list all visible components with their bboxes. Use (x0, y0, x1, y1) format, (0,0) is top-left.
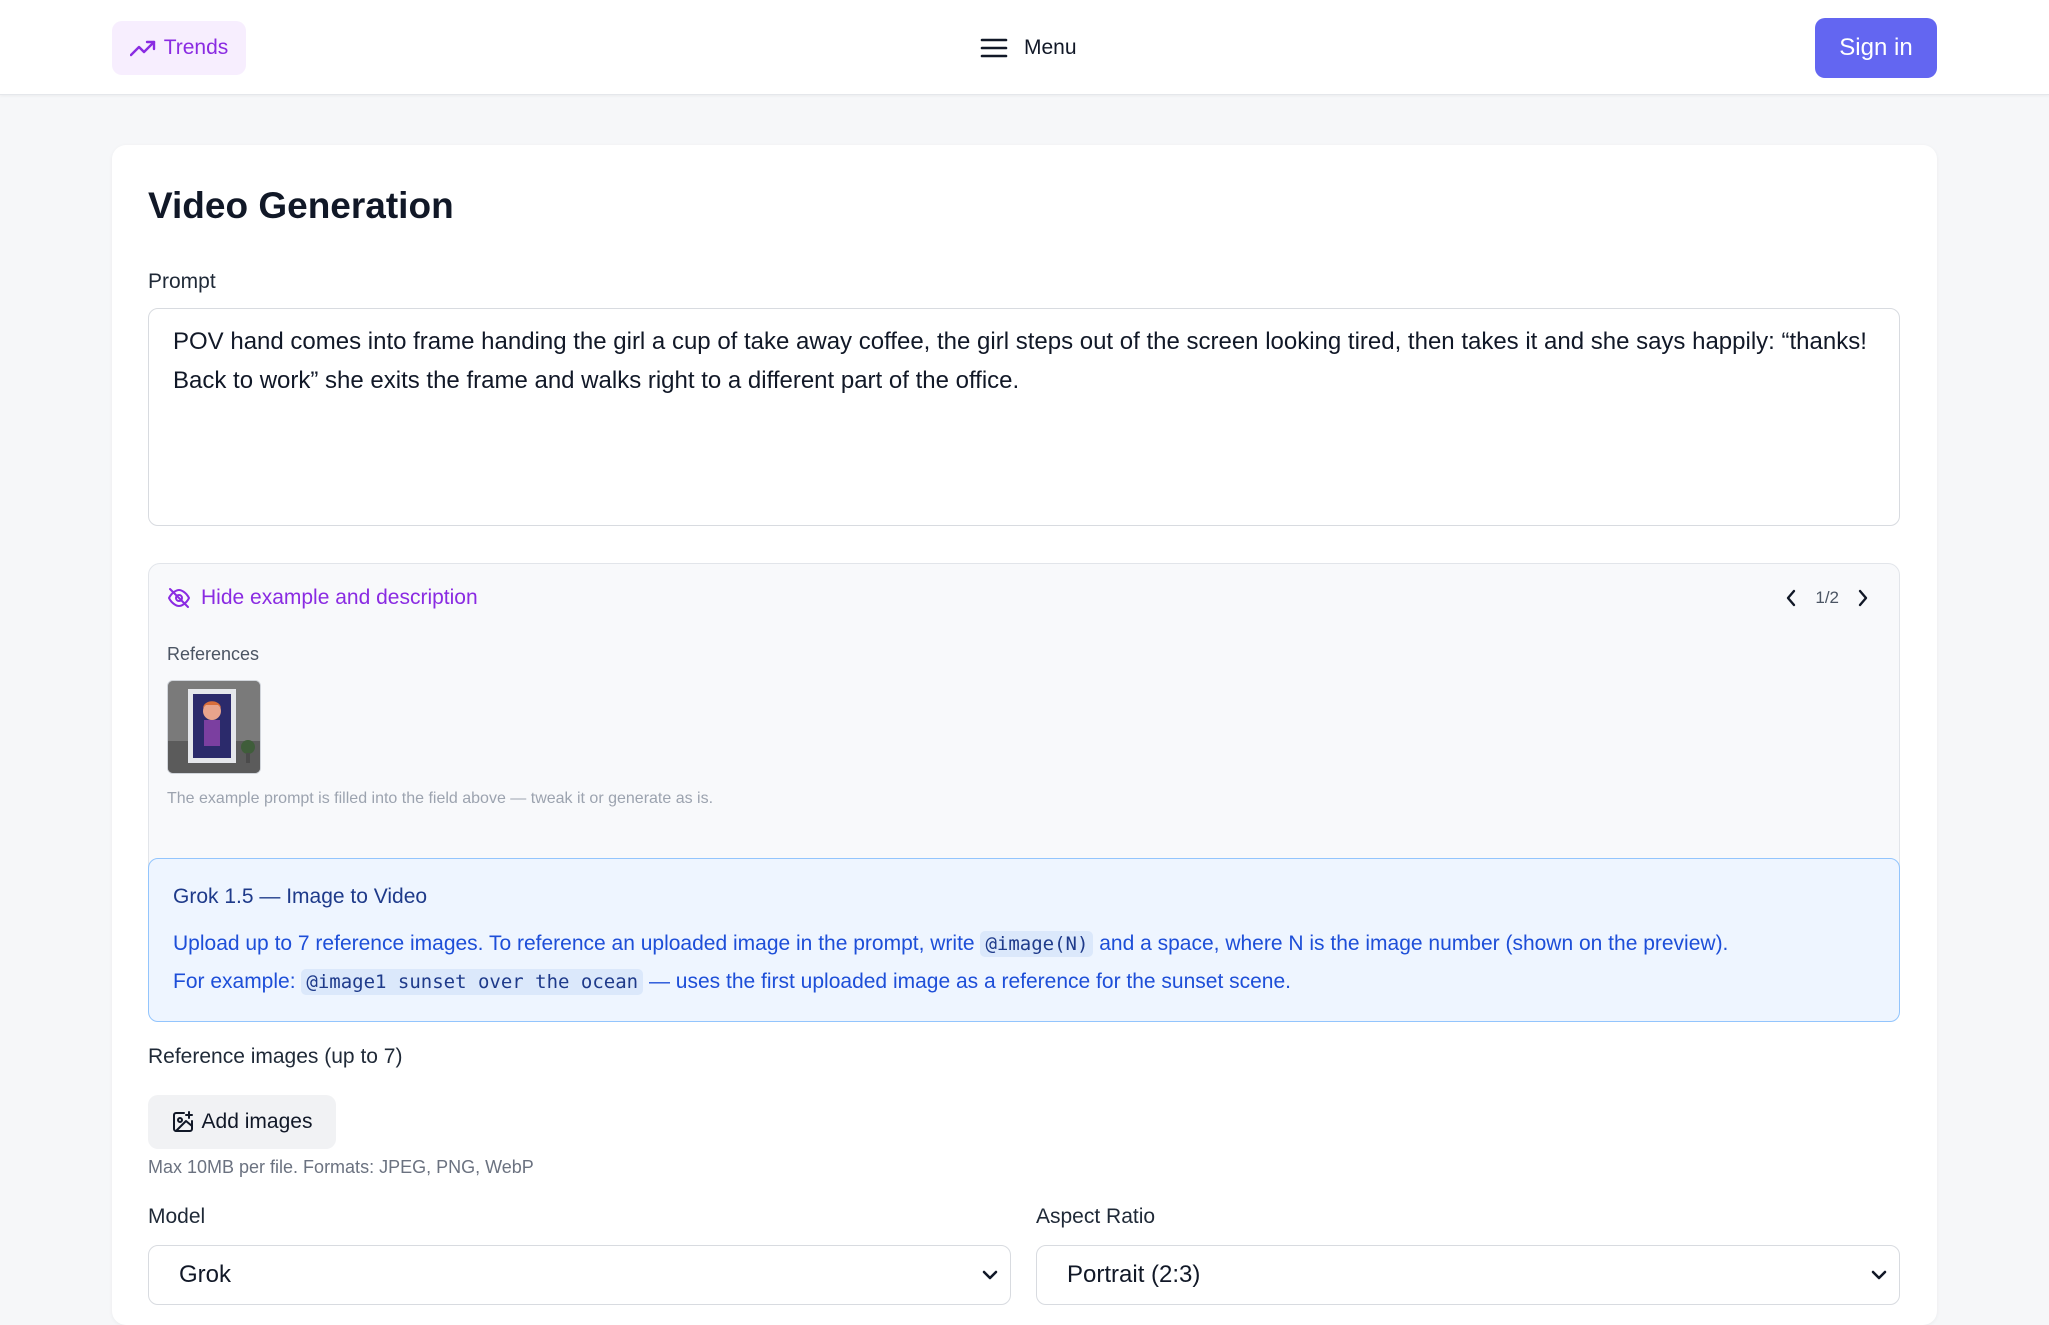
prompt-text-line-1: POV hand comes into frame handing the gi… (173, 328, 1867, 355)
chevron-right-icon[interactable] (1857, 589, 1869, 607)
reference-images-label: Reference images (up to 7) (148, 1045, 403, 1068)
reference-thumbnail[interactable] (167, 680, 261, 774)
image-plus-icon (172, 1111, 194, 1133)
model-select[interactable]: Grok (148, 1245, 1011, 1305)
top-header: Trends Menu Sign in (0, 0, 2049, 95)
prompt-text-line-2: Back to work” she exits the frame and wa… (173, 367, 1020, 394)
chevron-down-icon (1871, 1270, 1887, 1280)
model-info-box: Grok 1.5 — Image to Video Upload up to 7… (148, 858, 1900, 1022)
aspect-ratio-select-value: Portrait (2:3) (1067, 1261, 1201, 1288)
menu-label: Menu (1024, 36, 1077, 59)
prompt-label: Prompt (148, 270, 216, 293)
hide-example-button[interactable]: Hide example and description (167, 586, 478, 610)
eye-off-icon (167, 587, 191, 609)
trending-up-icon (129, 39, 156, 57)
model-select-value: Grok (179, 1261, 232, 1288)
trends-label: Trends (163, 36, 229, 59)
example-syntax-code: @image1 sunset over the ocean (301, 969, 644, 995)
prompt-textarea[interactable]: POV hand comes into frame handing the gi… (148, 308, 1900, 526)
menu-button[interactable]: Menu (980, 28, 1077, 68)
video-generation-card: Video Generation Prompt POV hand comes i… (112, 145, 1937, 1325)
example-note: The example prompt is filled into the fi… (167, 790, 714, 807)
hamburger-icon (980, 37, 1008, 59)
info-title: Grok 1.5 — Image to Video (173, 885, 428, 908)
aspect-ratio-label: Aspect Ratio (1036, 1205, 1156, 1228)
upload-hint: Max 10MB per file. Formats: JPEG, PNG, W… (148, 1157, 534, 1177)
example-pager: 1/2 (1785, 588, 1869, 608)
model-label: Model (148, 1205, 206, 1228)
pager-count: 1/2 (1815, 588, 1839, 607)
chevron-down-icon (982, 1270, 998, 1280)
aspect-ratio-select[interactable]: Portrait (2:3) (1036, 1245, 1900, 1305)
info-line-2: For example: @image1 sunset over the oce… (173, 969, 1291, 995)
sign-in-button[interactable]: Sign in (1815, 18, 1937, 78)
add-images-button[interactable]: Add images (148, 1095, 336, 1149)
references-label: References (167, 644, 260, 664)
page-title: Video Generation (148, 185, 454, 226)
chevron-left-icon[interactable] (1785, 589, 1797, 607)
hide-example-label: Hide example and description (201, 586, 478, 609)
info-line-1: Upload up to 7 reference images. To refe… (173, 931, 1729, 957)
image-syntax-code: @image(N) (980, 931, 1094, 957)
add-images-label: Add images (201, 1110, 313, 1133)
trends-button[interactable]: Trends (112, 21, 246, 75)
